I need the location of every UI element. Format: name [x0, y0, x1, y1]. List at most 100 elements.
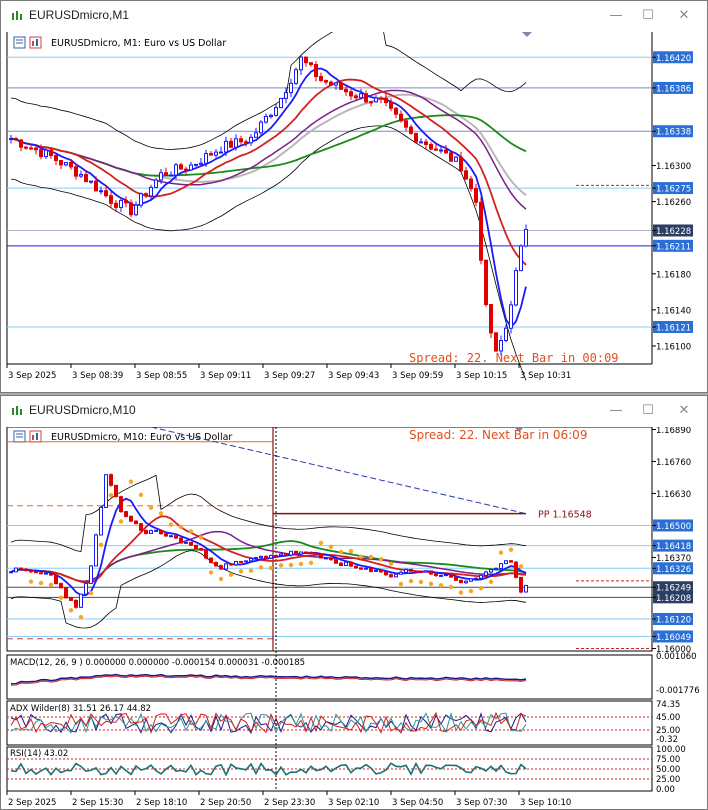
rsi-scale-label: 50.00 [656, 765, 680, 775]
candle [314, 552, 318, 555]
candle [64, 161, 68, 167]
sar-dot [158, 511, 164, 516]
candle [244, 139, 248, 147]
candle [34, 571, 38, 574]
price-chart-m1[interactable]: EURUSDmicro, M1: Euro vs US Dollar 1.1642… [1, 32, 707, 392]
close-button[interactable]: ✕ [675, 402, 693, 420]
candle [329, 80, 333, 86]
candle [194, 163, 198, 167]
rsi-scale-label: 100.00 [656, 745, 686, 755]
maximize-button[interactable]: ☐ [639, 7, 657, 25]
candle [179, 536, 183, 544]
price-label: 1.16760 [656, 458, 691, 468]
time-label: 2 Sep 23:30 [264, 798, 315, 808]
price-label: 1.16180 [656, 270, 691, 280]
chart-window-m1[interactable]: EURUSDmicro,M1 — ☐ ✕ EURUSDmicro, M1: Eu… [0, 0, 708, 393]
window-titlebar[interactable]: EURUSDmicro,M10 — ☐ ✕ [1, 396, 707, 427]
chart-window-m10[interactable]: EURUSDmicro,M10 — ☐ ✕ EURUSDmicro, M10: … [0, 395, 708, 810]
candle [269, 113, 273, 119]
candle [344, 561, 348, 566]
candle [369, 567, 373, 573]
sar-dot [488, 579, 494, 584]
candle [504, 560, 508, 565]
sar-dot [278, 563, 284, 568]
candle [114, 484, 118, 498]
candle [404, 120, 408, 132]
candle [249, 134, 253, 146]
candle [199, 548, 203, 551]
price-chart-m10[interactable]: EURUSDmicro, M10: Euro vs US Dollar Sprea… [1, 427, 707, 809]
candle [109, 473, 113, 487]
sar-dot [78, 614, 84, 620]
candle [484, 570, 488, 577]
candle [144, 192, 148, 198]
sar-dot [318, 540, 324, 546]
price-label: 1.16420 [656, 54, 691, 64]
indicator-icon [29, 36, 42, 49]
sar-dot [258, 565, 264, 570]
candle [509, 300, 513, 334]
candle [59, 582, 63, 589]
candle [459, 579, 463, 584]
candle [479, 196, 483, 265]
candle [219, 146, 223, 154]
maximize-button[interactable]: ☐ [639, 402, 657, 420]
candle [179, 162, 183, 170]
sar-dot [238, 569, 244, 574]
candle [359, 88, 363, 100]
sar-dot [418, 579, 424, 585]
time-label: 3 Sep 02:10 [328, 798, 379, 808]
time-label: 3 Sep 08:39 [72, 371, 123, 381]
candle [439, 574, 443, 577]
macd-label: MACD(12, 26, 9 ) 0.000000 0.000000 -0.00… [10, 658, 305, 668]
candle [89, 180, 93, 184]
candle [384, 570, 388, 577]
adx-scale-label: 45.00 [656, 713, 680, 723]
properties-icon [13, 36, 26, 49]
sar-dot [388, 561, 394, 566]
candle [9, 135, 13, 144]
candle [374, 95, 378, 103]
price-label: 1.16500 [656, 522, 691, 532]
sar-dot [248, 568, 254, 573]
pivot-label: PP 1.16548 [538, 510, 592, 521]
time-label: 2 Sep 15:30 [72, 798, 123, 808]
time-label: 3 Sep 09:11 [200, 371, 251, 381]
ma-green [10, 114, 527, 177]
minimize-button[interactable]: — [607, 7, 625, 25]
candle [214, 561, 218, 568]
window-titlebar[interactable]: EURUSDmicro,M1 — ☐ ✕ [1, 1, 707, 32]
candle [209, 557, 213, 564]
sar-dot [138, 492, 144, 498]
candle [354, 93, 358, 100]
candle [64, 587, 68, 599]
candle [364, 90, 368, 104]
candle [249, 558, 253, 562]
price-label: 1.16300 [656, 162, 691, 172]
time-label: 3 Sep 04:50 [392, 798, 443, 808]
candle [169, 171, 173, 177]
sar-dot [328, 544, 334, 549]
candle [164, 533, 168, 538]
minimize-button[interactable]: — [607, 402, 625, 420]
candle [519, 244, 523, 272]
candle [59, 159, 63, 170]
candle [279, 97, 283, 109]
candle [44, 572, 48, 575]
time-label: 3 Sep 08:55 [136, 371, 187, 381]
candle [134, 201, 138, 217]
time-label: 3 Sep 2025 [8, 371, 56, 381]
candle [424, 569, 428, 573]
candle [429, 570, 433, 575]
candle [309, 62, 313, 67]
adx-label: ADX Wilder(8) 31.51 26.17 44.82 [10, 704, 151, 714]
price-label: 1.16338 [656, 128, 691, 138]
close-button[interactable]: ✕ [675, 7, 693, 25]
sar-dot [458, 590, 464, 595]
candle [524, 224, 528, 248]
chart-pane-frame [6, 427, 653, 652]
candle [129, 199, 133, 218]
candle [164, 167, 168, 176]
candle [194, 544, 198, 550]
candle [409, 568, 413, 572]
